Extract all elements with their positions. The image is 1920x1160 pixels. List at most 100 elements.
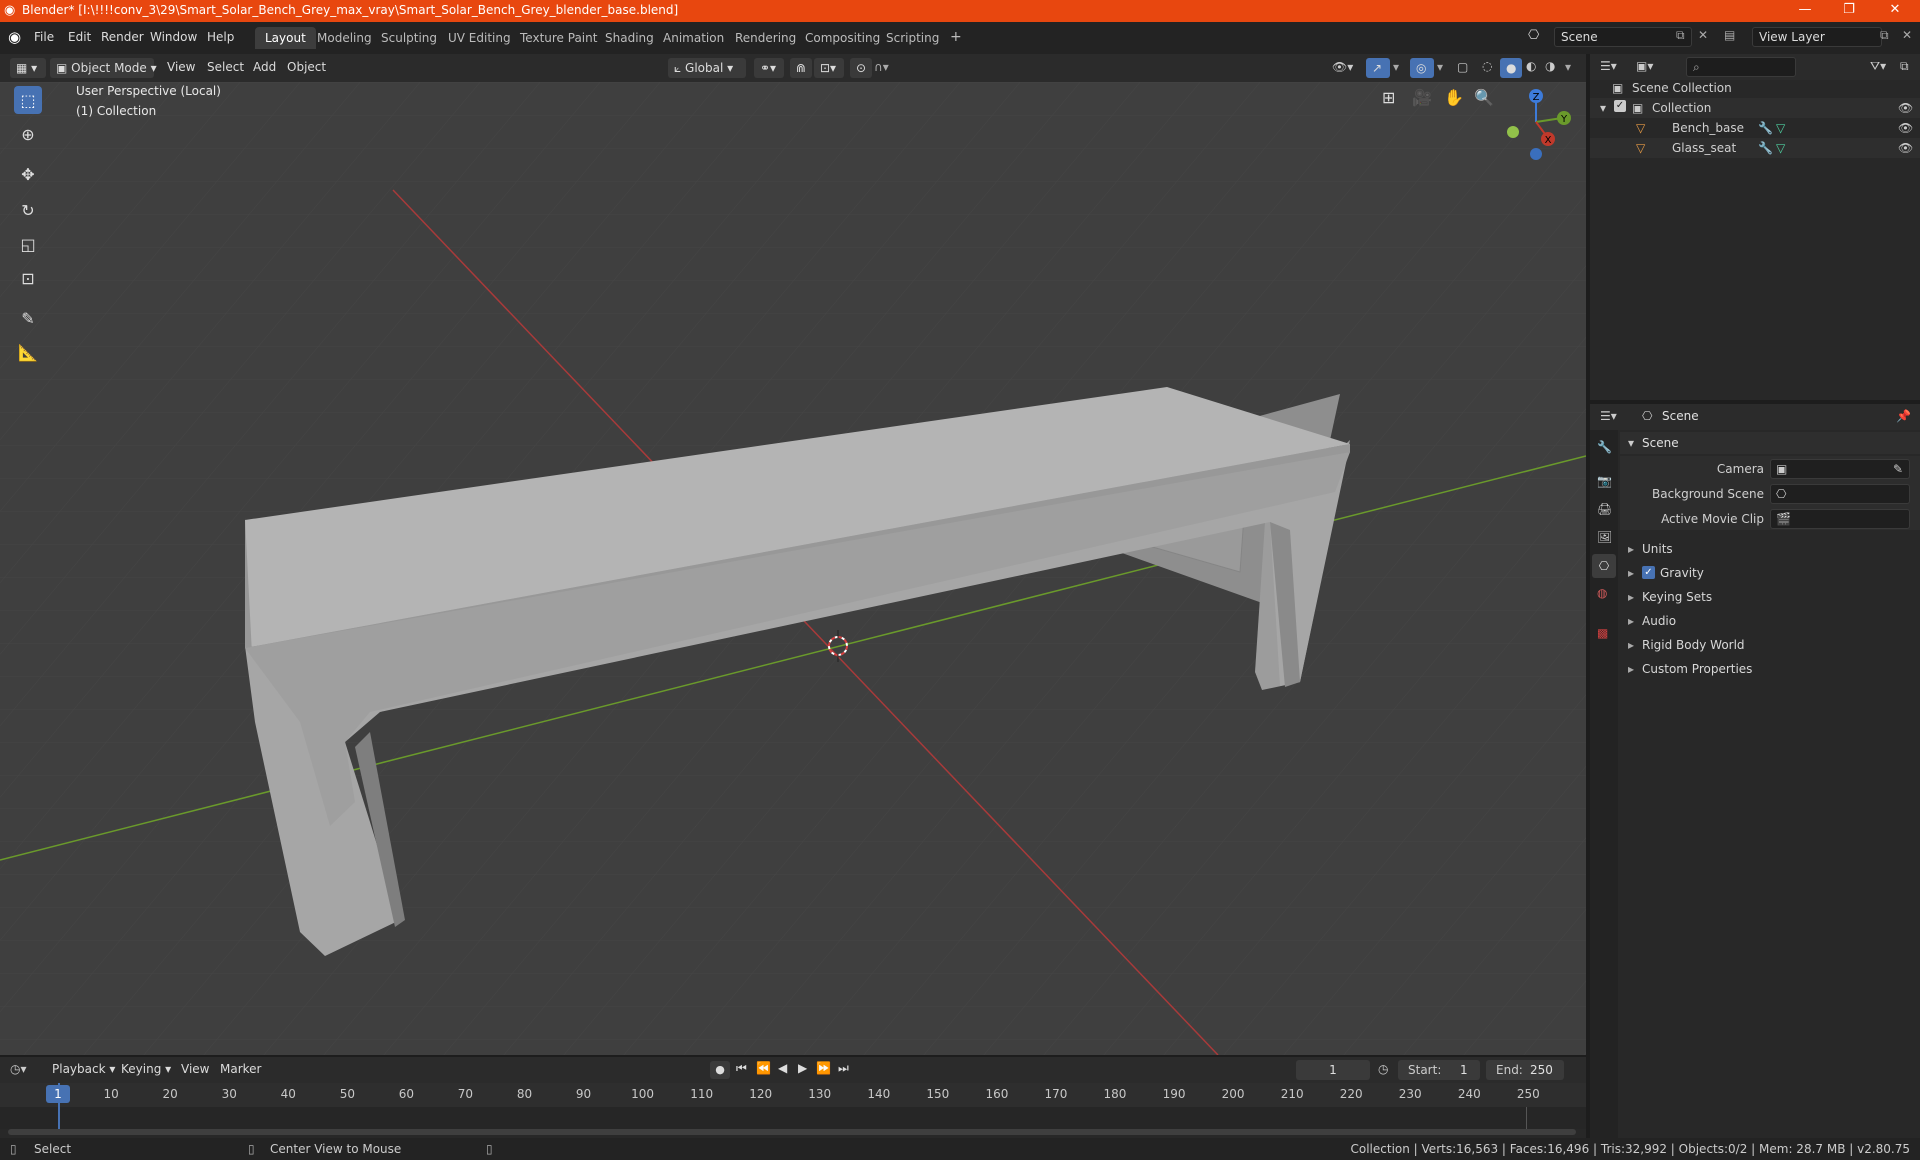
proportional-edit-icon[interactable]: ⊙ <box>850 58 872 78</box>
gizmo-toggle-icon[interactable]: ↗ <box>1366 58 1390 78</box>
menu-keying[interactable]: Keying ▾ <box>121 1062 171 1076</box>
start-frame-field[interactable]: Start: 1 <box>1398 1060 1480 1080</box>
camera-field[interactable]: ▣ ✎ <box>1770 459 1910 479</box>
menu-playback[interactable]: Playback ▾ <box>52 1062 115 1076</box>
scene-selector[interactable]: Scene <box>1554 27 1692 47</box>
menu-view[interactable]: View <box>167 60 195 74</box>
menu-select[interactable]: Select <box>207 60 244 74</box>
eye-icon[interactable]: 👁 <box>1898 121 1913 135</box>
frame-ruler[interactable]: 1102030405060708090100110120130140150160… <box>0 1083 1586 1107</box>
delete-scene-icon[interactable]: ✕ <box>1698 28 1708 42</box>
zoom-icon[interactable]: 🔍 <box>1474 88 1494 107</box>
outliner-editor-type-icon[interactable]: ☰▾ <box>1600 59 1617 73</box>
new-collection-icon[interactable]: ⧉ <box>1900 59 1909 74</box>
tab-animation[interactable]: Animation <box>653 27 734 49</box>
current-frame-field[interactable]: 1 <box>1296 1060 1370 1080</box>
mesh-data-icon[interactable]: ▽ <box>1776 121 1785 135</box>
tool-tab-icon[interactable]: 🔧 <box>1597 440 1612 454</box>
navigation-gizmo[interactable]: Z Y X <box>1496 82 1576 162</box>
xray-toggle-icon[interactable]: ▢ <box>1457 60 1468 74</box>
transform-tool-icon[interactable]: ⊡ <box>14 264 42 292</box>
pin-icon[interactable]: 📌 <box>1896 409 1911 423</box>
timeline-track-area[interactable] <box>0 1107 1586 1129</box>
tab-texture-paint[interactable]: Texture Paint <box>510 27 607 49</box>
keying-sets-panel[interactable]: ▸ Keying Sets <box>1620 586 1920 608</box>
output-tab-icon[interactable]: 🖨 <box>1597 502 1612 516</box>
outliner-row-collection[interactable]: ▾ ✓ ▣ Collection 👁 <box>1590 98 1920 118</box>
delete-view-layer-icon[interactable]: ✕ <box>1902 28 1912 42</box>
play-reverse-icon[interactable]: ◀ <box>778 1061 787 1075</box>
grid-view-icon[interactable]: ⊞ <box>1382 88 1395 107</box>
prev-keyframe-icon[interactable]: ⏪ <box>756 1061 771 1075</box>
material-shading-icon[interactable]: ◐ <box>1526 59 1536 73</box>
visibility-icon[interactable]: 👁▾ <box>1332 60 1353 74</box>
mode-selector[interactable]: ▣ Object Mode ▾ <box>50 58 157 78</box>
minimize-button[interactable]: — <box>1790 2 1820 20</box>
menu-render[interactable]: Render <box>101 30 144 44</box>
menu-help[interactable]: Help <box>207 30 234 44</box>
solid-shading-icon[interactable]: ● <box>1500 58 1522 78</box>
snap-target-button[interactable]: ⊡▾ <box>814 58 844 78</box>
play-icon[interactable]: ▶ <box>798 1061 807 1075</box>
rigid-body-world-panel[interactable]: ▸ Rigid Body World <box>1620 634 1920 656</box>
view-layer-selector[interactable]: View Layer <box>1752 27 1882 47</box>
close-button[interactable]: ✕ <box>1880 2 1910 20</box>
movie-clip-field[interactable]: 🎬 <box>1770 509 1910 529</box>
blender-menu-icon[interactable]: ◉ <box>8 28 21 46</box>
menu-marker[interactable]: Marker <box>220 1062 261 1076</box>
select-box-tool-icon[interactable]: ⬚ <box>14 86 42 114</box>
timeline-scrollbar[interactable] <box>8 1129 1576 1135</box>
falloff-icon[interactable]: ∩▾ <box>874 60 889 74</box>
menu-add[interactable]: Add <box>253 60 276 74</box>
modifier-icon[interactable]: 🔧 <box>1758 121 1773 135</box>
add-workspace-button[interactable]: + <box>940 25 972 47</box>
jump-start-icon[interactable]: ⏮ <box>736 1061 747 1076</box>
gravity-checkbox[interactable]: ✓ <box>1642 566 1655 579</box>
texture-tab-icon[interactable]: ▩ <box>1597 626 1608 640</box>
view-layer-tab-icon[interactable]: 🖼 <box>1597 530 1612 544</box>
playhead-frame-badge[interactable]: 1 <box>46 1085 70 1103</box>
view-layer-icon[interactable]: ▤ <box>1724 28 1735 42</box>
eyedropper-icon[interactable]: ✎ <box>1893 462 1903 476</box>
outliner-row-scene-collection[interactable]: ▣ Scene Collection <box>1590 78 1920 98</box>
rendered-shading-icon[interactable]: ◑ <box>1545 59 1555 73</box>
snap-toggle-icon[interactable]: ⋒ <box>790 58 812 78</box>
scale-tool-icon[interactable]: ◱ <box>14 230 42 258</box>
units-panel[interactable]: ▸ Units <box>1620 538 1920 560</box>
properties-editor-type-icon[interactable]: ☰▾ <box>1600 409 1617 423</box>
collection-checkbox[interactable]: ✓ <box>1614 100 1626 112</box>
shading-dropdown-icon[interactable]: ▾ <box>1565 60 1571 74</box>
eye-icon[interactable]: 👁 <box>1898 141 1913 155</box>
new-view-layer-icon[interactable]: ⧉ <box>1880 28 1889 43</box>
gizmo-dropdown-icon[interactable]: ▾ <box>1393 60 1399 74</box>
display-mode-icon[interactable]: ▣▾ <box>1636 59 1653 73</box>
overlay-dropdown-icon[interactable]: ▾ <box>1437 60 1443 74</box>
measure-tool-icon[interactable]: 📐 <box>14 338 42 366</box>
cursor-tool-icon[interactable]: ⊕ <box>14 120 42 148</box>
maximize-button[interactable]: ❐ <box>1834 2 1864 20</box>
outliner-row-glass-seat[interactable]: ▽ Glass_seat 🔧 ▽ 👁 <box>1590 138 1920 158</box>
filter-icon[interactable]: ⛛▾ <box>1870 59 1886 74</box>
menu-object[interactable]: Object <box>287 60 326 74</box>
rotate-tool-icon[interactable]: ↻ <box>14 196 42 224</box>
menu-file[interactable]: File <box>34 30 54 44</box>
modifier-icon[interactable]: 🔧 <box>1758 141 1773 155</box>
tab-scripting[interactable]: Scripting <box>876 27 949 49</box>
background-scene-field[interactable]: ⎔ <box>1770 484 1910 504</box>
menu-window[interactable]: Window <box>150 30 197 44</box>
menu-timeline-view[interactable]: View <box>181 1062 209 1076</box>
orientation-selector[interactable]: ⟀ Global ▾ <box>668 58 746 78</box>
custom-properties-panel[interactable]: ▸ Custom Properties <box>1620 658 1920 680</box>
render-tab-icon[interactable]: 📷 <box>1597 474 1612 488</box>
next-keyframe-icon[interactable]: ⏩ <box>816 1061 831 1075</box>
new-scene-icon[interactable]: ⧉ <box>1676 28 1685 43</box>
scene-icon[interactable]: ⎔ <box>1528 28 1539 43</box>
scene-panel-header[interactable]: ▾ Scene <box>1620 432 1920 454</box>
mesh-data-icon[interactable]: ▽ <box>1776 141 1785 155</box>
wireframe-shading-icon[interactable]: ◌ <box>1482 59 1492 73</box>
pivot-point-button[interactable]: ⚭▾ <box>754 58 784 78</box>
outliner-row-bench-base[interactable]: ▽ Bench_base 🔧 ▽ 👁 <box>1590 118 1920 138</box>
world-tab-icon[interactable]: ◍ <box>1597 586 1607 600</box>
stopwatch-icon[interactable]: ◷ <box>1378 1062 1388 1076</box>
tab-uv-editing[interactable]: UV Editing <box>438 27 521 49</box>
